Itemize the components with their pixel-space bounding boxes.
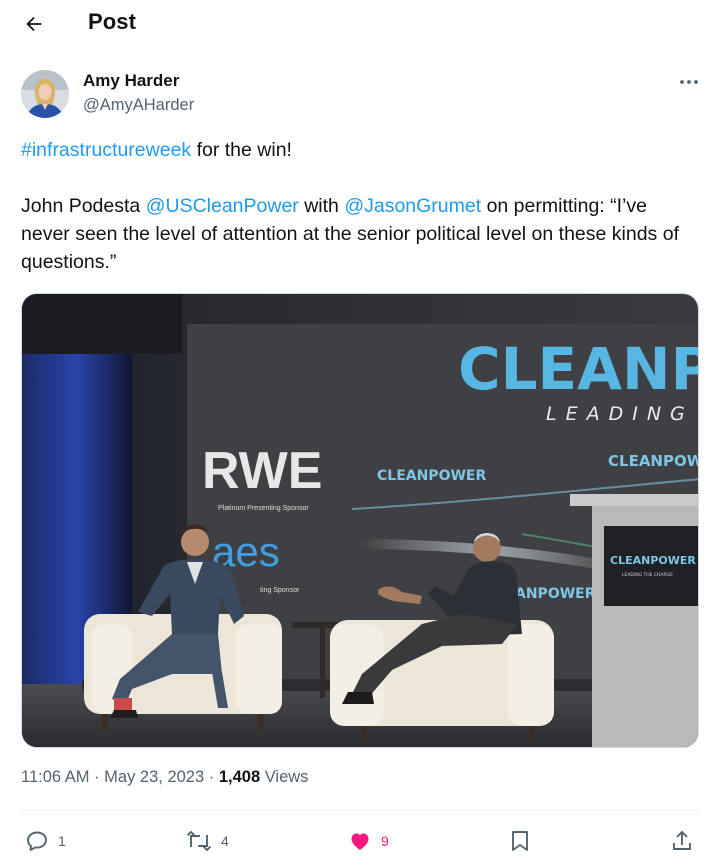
sign-cleanpower-big: CLEANP: [458, 335, 699, 403]
sign-cleanpower-small: CLEANPOWER: [377, 468, 486, 484]
post-date[interactable]: May 23, 2023: [104, 768, 204, 786]
more-options-button[interactable]: [674, 70, 704, 94]
divider: [21, 810, 699, 811]
bookmark-icon: [512, 831, 528, 851]
repost-button[interactable]: 4: [186, 827, 229, 855]
tweet-photo[interactable]: CLEANP LEADING RWE Platinum Presenting S…: [21, 293, 699, 748]
heart-filled-icon: [351, 833, 369, 850]
sign-sponsor-2: ting Sponsor: [260, 587, 300, 594]
like-button[interactable]: 9: [348, 827, 389, 855]
reply-icon: [27, 831, 47, 851]
tweet-text: #infrastructureweek for the win! John Po…: [21, 136, 691, 276]
top-bar: Post: [0, 0, 719, 48]
sign-cleanpower-right: CLEANPOW: [608, 452, 699, 470]
repost-icon: [186, 830, 212, 852]
author-handle[interactable]: @AmyAHarder: [83, 96, 194, 115]
bookmark-button[interactable]: [509, 827, 531, 855]
photo-scene: CLEANP LEADING RWE Platinum Presenting S…: [22, 294, 699, 747]
sign-rwe: RWE: [202, 442, 322, 500]
podium-logo: CLEANPOWER: [610, 554, 696, 567]
views-count: 1,408: [218, 768, 261, 786]
podium-subtitle: LEADING THE CHARGE: [622, 572, 673, 578]
reply-count: 1: [58, 833, 66, 849]
avatar-image: [21, 70, 69, 118]
post-time[interactable]: 11:06 AM: [21, 768, 90, 786]
mention-link-uscleanpower[interactable]: @USCleanPower: [146, 195, 299, 217]
back-button[interactable]: [18, 8, 50, 40]
views-label: Views: [264, 768, 309, 786]
repost-count: 4: [221, 833, 229, 849]
author-name[interactable]: Amy Harder: [83, 71, 179, 91]
sign-sponsor-1: Platinum Presenting Sponsor: [218, 505, 309, 512]
sign-anpower: ANPOWER: [515, 586, 596, 602]
share-button[interactable]: [670, 827, 694, 855]
more-icon: [680, 80, 698, 84]
post-meta: 11:06 AM · May 23, 2023 · 1,408 Views: [21, 768, 309, 786]
sign-leading: LEADING: [546, 403, 694, 425]
reply-button[interactable]: 1: [25, 827, 66, 855]
mention-link-jasongrumet[interactable]: @JasonGrumet: [344, 195, 481, 217]
tweet-line-2: John Podesta @USCleanPower with @JasonGr…: [21, 192, 691, 276]
share-icon: [673, 830, 691, 850]
tweet-text-segment: for the win!: [191, 139, 292, 161]
page-title: Post: [88, 9, 137, 34]
avatar[interactable]: [21, 70, 69, 118]
tweet-line-1: #infrastructureweek for the win!: [21, 136, 691, 164]
tweet-text-segment: John Podesta: [21, 195, 146, 217]
tweet-text-segment: with: [298, 195, 345, 217]
arrow-left-icon: [26, 16, 42, 32]
like-count: 9: [381, 833, 389, 849]
hashtag-link[interactable]: #infrastructureweek: [21, 139, 191, 161]
